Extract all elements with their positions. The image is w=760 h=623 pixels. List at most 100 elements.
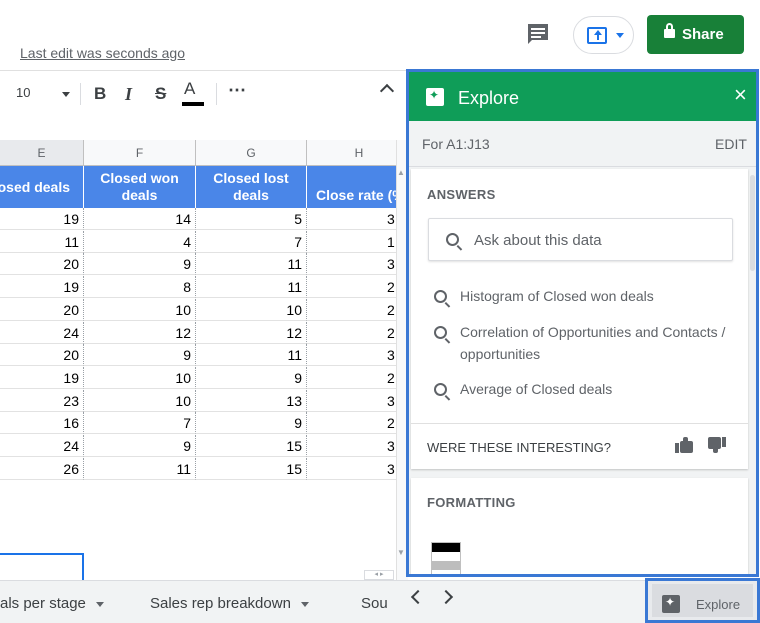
table-cell[interactable]: 3 bbox=[307, 435, 396, 457]
ask-data-input[interactable]: Ask about this data bbox=[428, 218, 733, 261]
table-cell[interactable]: 1 bbox=[307, 231, 396, 253]
font-size-select[interactable]: 10 bbox=[16, 85, 30, 100]
table-cell[interactable]: 23 bbox=[0, 389, 84, 412]
table-cell[interactable]: 4 bbox=[84, 230, 196, 253]
table-cell[interactable]: 9 bbox=[196, 412, 307, 435]
column-header-f[interactable]: F bbox=[84, 140, 196, 166]
table-cell[interactable]: 2 bbox=[307, 299, 396, 321]
table-cell[interactable]: 3 bbox=[307, 458, 396, 480]
table-cell[interactable]: 16 bbox=[0, 412, 84, 435]
table-cell[interactable]: 9 bbox=[84, 253, 196, 276]
explore-range-bar: For A1:J13 EDIT bbox=[409, 121, 756, 167]
table-cell[interactable]: 12 bbox=[196, 321, 307, 344]
header-cell-close-rate[interactable]: Close rate (% bbox=[307, 166, 396, 208]
explore-body: ANSWERS Ask about this data Histogram of… bbox=[409, 167, 756, 574]
table-cell[interactable]: 3 bbox=[307, 253, 396, 276]
suggestion-histogram[interactable]: Histogram of Closed won deals bbox=[460, 285, 735, 307]
header-cell-closed-won[interactable]: Closed won deals bbox=[84, 166, 196, 208]
scroll-down-icon[interactable]: ▼ bbox=[397, 548, 405, 557]
close-icon[interactable]: × bbox=[734, 82, 747, 108]
more-options-icon[interactable]: ⋯ bbox=[228, 80, 247, 101]
table-cell[interactable]: 10 bbox=[84, 389, 196, 412]
collapse-toolbar-icon[interactable] bbox=[379, 83, 395, 99]
explore-button[interactable]: Explore bbox=[645, 578, 760, 623]
table-cell[interactable]: 7 bbox=[84, 412, 196, 435]
comment-icon[interactable] bbox=[524, 22, 552, 48]
table-cell[interactable]: 9 bbox=[84, 344, 196, 367]
suggestion-average[interactable]: Average of Closed deals bbox=[460, 378, 735, 400]
column-header-h[interactable]: H bbox=[307, 140, 396, 166]
header-cell-closed-deals[interactable]: osed deals bbox=[0, 166, 84, 208]
table-cell[interactable]: 19 bbox=[0, 366, 84, 389]
table-cell[interactable]: 2 bbox=[307, 412, 396, 435]
present-button[interactable] bbox=[573, 16, 634, 54]
chevron-down-icon[interactable] bbox=[62, 92, 70, 97]
chevron-down-icon[interactable] bbox=[95, 601, 104, 607]
table-cell[interactable]: 24 bbox=[0, 321, 84, 344]
table-cell[interactable]: 19 bbox=[0, 208, 84, 230]
explore-icon bbox=[426, 88, 444, 106]
table-cell[interactable]: 20 bbox=[0, 298, 84, 321]
horizontal-scroll-arrows[interactable]: ◂ ▸ bbox=[364, 570, 394, 580]
header-cell-closed-lost[interactable]: Closed lost deals bbox=[196, 166, 307, 208]
strikethrough-button[interactable]: S bbox=[155, 84, 166, 104]
table-cell[interactable]: 9 bbox=[196, 366, 307, 389]
edit-range-button[interactable]: EDIT bbox=[715, 136, 747, 152]
italic-button[interactable]: I bbox=[125, 84, 132, 105]
search-icon bbox=[446, 233, 459, 246]
table-cell[interactable]: 3 bbox=[307, 208, 396, 230]
table-cell[interactable]: 20 bbox=[0, 344, 84, 367]
table-cell[interactable]: 26 bbox=[0, 457, 84, 480]
search-icon bbox=[434, 290, 447, 303]
share-button[interactable]: Share bbox=[647, 15, 744, 54]
scroll-up-icon[interactable]: ▲ bbox=[397, 168, 405, 177]
search-icon bbox=[434, 326, 447, 339]
table-cell[interactable]: 2 bbox=[307, 276, 396, 299]
sheet-tab-label: Sou bbox=[361, 595, 388, 612]
table-cell[interactable]: 5 bbox=[196, 208, 307, 230]
table-cell[interactable]: 12 bbox=[84, 321, 196, 344]
last-edit-link[interactable]: Last edit was seconds ago bbox=[20, 45, 185, 61]
table-cell[interactable]: 10 bbox=[84, 366, 196, 389]
table-cell[interactable]: 10 bbox=[196, 298, 307, 321]
table-cell[interactable]: 24 bbox=[0, 435, 84, 457]
explore-scrollbar[interactable] bbox=[750, 175, 755, 271]
column-header-e[interactable]: E bbox=[0, 140, 84, 166]
sheet-tab-source[interactable]: Sou bbox=[361, 595, 388, 612]
table-cell[interactable]: 14 bbox=[84, 208, 196, 230]
chevron-down-icon[interactable] bbox=[300, 601, 309, 607]
suggestion-correlation[interactable]: Correlation of Opportunities and Contact… bbox=[460, 321, 735, 365]
text-color-button[interactable]: A bbox=[184, 79, 195, 99]
table-cell[interactable]: 11 bbox=[84, 457, 196, 480]
table-cell[interactable]: 19 bbox=[0, 276, 84, 299]
table-cell[interactable]: 9 bbox=[84, 435, 196, 457]
divider bbox=[216, 83, 217, 105]
divider bbox=[80, 83, 81, 105]
sheet-tab-deals-per-stage[interactable]: als per stage bbox=[0, 595, 104, 612]
bold-button[interactable]: B bbox=[94, 84, 106, 104]
table-cell[interactable]: 15 bbox=[196, 435, 307, 457]
explore-title: Explore bbox=[458, 88, 520, 108]
table-cell[interactable]: 11 bbox=[196, 344, 307, 367]
thumbs-up-icon[interactable] bbox=[675, 437, 693, 453]
thumbs-down-icon[interactable] bbox=[708, 437, 726, 453]
chevron-down-icon bbox=[616, 33, 624, 38]
table-cell[interactable]: 10 bbox=[84, 298, 196, 321]
table-cell[interactable]: 13 bbox=[196, 389, 307, 412]
table-cell[interactable]: 20 bbox=[0, 253, 84, 276]
formatting-theme-swatch[interactable] bbox=[431, 542, 461, 574]
column-header-g[interactable]: G bbox=[196, 140, 307, 166]
table-cell[interactable]: 11 bbox=[196, 253, 307, 276]
table-cell[interactable]: 8 bbox=[84, 276, 196, 299]
table-cell[interactable]: 3 bbox=[307, 344, 396, 367]
table-cell[interactable]: 2 bbox=[307, 322, 396, 344]
selected-cell[interactable] bbox=[0, 553, 84, 580]
table-cell[interactable]: 11 bbox=[196, 276, 307, 299]
sheet-tab-sales-rep-breakdown[interactable]: Sales rep breakdown bbox=[150, 595, 309, 612]
table-cell[interactable]: 15 bbox=[196, 457, 307, 480]
table-cell[interactable]: 2 bbox=[307, 367, 396, 389]
table-cell[interactable]: 11 bbox=[0, 230, 84, 253]
table-cell[interactable]: 3 bbox=[307, 390, 396, 412]
table-cell[interactable]: 7 bbox=[196, 230, 307, 253]
spreadsheet-grid[interactable]: E F G H osed deals Closed won deals Clos… bbox=[0, 140, 396, 580]
